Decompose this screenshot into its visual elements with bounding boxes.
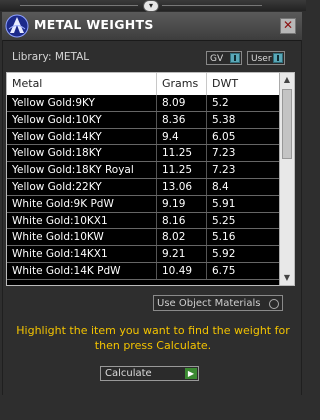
metal-cell: White Gold:10KX1 [7, 212, 157, 230]
user-toggle-label: User [251, 54, 272, 64]
chevron-down-icon[interactable]: ▾ [143, 0, 159, 12]
dwt-cell: 6.75 [212, 264, 236, 277]
scroll-down-icon[interactable]: ▼ [280, 271, 294, 285]
table-header: Metal Grams DWT [7, 73, 279, 95]
metal-cell: Yellow Gold:14KY [7, 128, 157, 146]
dwt-cell: 5.92 [212, 248, 236, 261]
toggle-indicator-icon [273, 53, 283, 63]
gv-toggle-label: GV [210, 54, 224, 64]
grams-cell: 8.02 [157, 229, 207, 247]
table-row[interactable]: Yellow Gold:10KY 8.36 5.38 [7, 111, 279, 129]
metal-cell: Yellow Gold:10KY [7, 111, 157, 129]
column-header-dwt[interactable]: DWT [207, 73, 279, 95]
table-row[interactable]: Yellow Gold:18KY Royal 11.25 7.23 [7, 162, 279, 179]
metal-cell: Yellow Gold:9KY [7, 95, 157, 112]
table-row[interactable]: Yellow Gold:9KY 8.09 5.2 [7, 95, 279, 112]
radio-icon[interactable] [269, 299, 279, 309]
grams-cell: 9.4 [157, 128, 207, 146]
use-object-materials-label: Use Object Materials [157, 298, 261, 309]
calculate-button[interactable]: Calculate ▶ [100, 366, 199, 381]
metal-cell: White Gold:9K PdW [7, 195, 157, 213]
dwt-cell: 8.4 [212, 180, 229, 193]
panel-titlebar: METAL WEIGHTS ✕ [2, 12, 302, 41]
grams-cell: 9.21 [157, 246, 207, 263]
scroll-up-icon[interactable]: ▲ [280, 73, 294, 87]
dwt-cell: 5.2 [212, 97, 229, 109]
list-scrollbar[interactable]: ▲ ▼ [279, 73, 294, 285]
dwt-cell: 5.16 [212, 231, 236, 244]
grams-cell: 13.06 [157, 178, 207, 196]
table-body: Yellow Gold:9KY 8.09 5.2 Yellow Gold:10KY 8.… [7, 95, 279, 280]
dwt-cell: 7.23 [212, 147, 236, 160]
calculate-label: Calculate [105, 368, 152, 379]
use-object-materials-option[interactable]: Use Object Materials [153, 295, 283, 311]
metal-cell: Yellow Gold:18KY [7, 145, 157, 163]
table-row[interactable]: White Gold:14K PdW 10.49 6.75 [7, 262, 279, 280]
top-splitter[interactable]: ▾ [0, 0, 306, 12]
dwt-cell: 5.38 [212, 113, 236, 126]
instruction-text: Highlight the item you want to find the … [16, 324, 290, 352]
window-title: METAL WEIGHTS [34, 17, 154, 32]
grams-cell: 10.49 [157, 262, 207, 280]
gv-toggle[interactable]: GV [206, 51, 242, 65]
dwt-cell: 5.91 [212, 197, 236, 210]
grams-cell: 8.09 [157, 95, 207, 112]
user-toggle[interactable]: User [247, 51, 285, 65]
column-header-grams[interactable]: Grams [157, 73, 207, 95]
metal-list[interactable]: Metal Grams DWT Yellow Gold:9KY 8.09 5.2 Ye… [6, 72, 295, 286]
table-row[interactable]: White Gold:10KX1 8.16 5.25 [7, 212, 279, 230]
dwt-cell: 5.25 [212, 214, 236, 227]
play-arrow-icon[interactable]: ▶ [185, 368, 197, 379]
close-icon[interactable]: ✕ [280, 18, 296, 34]
scroll-thumb[interactable] [282, 89, 292, 159]
metal-cell: Yellow Gold:18KY Royal [7, 162, 157, 179]
metal-cell: Yellow Gold:22KY [7, 178, 157, 196]
table-row[interactable]: White Gold:9K PdW 9.19 5.91 [7, 195, 279, 213]
toggle-indicator-icon [230, 53, 240, 63]
dwt-cell: 6.05 [212, 130, 236, 143]
library-label: Library: METAL [12, 51, 90, 63]
grams-cell: 11.25 [157, 162, 207, 179]
grams-cell: 8.16 [157, 212, 207, 230]
grams-cell: 8.36 [157, 111, 207, 129]
metal-cell: White Gold:14KX1 [7, 246, 157, 263]
table-row[interactable]: Yellow Gold:14KY 9.4 6.05 [7, 128, 279, 146]
grams-cell: 9.19 [157, 195, 207, 213]
app-logo-icon [5, 14, 29, 38]
dwt-cell: 7.23 [212, 164, 236, 177]
metal-cell: White Gold:10KW [7, 229, 157, 247]
table-row[interactable]: Yellow Gold:22KY 13.06 8.4 [7, 178, 279, 196]
table-row[interactable]: Yellow Gold:18KY 11.25 7.23 [7, 145, 279, 163]
table-row[interactable]: White Gold:14KX1 9.21 5.92 [7, 246, 279, 263]
column-header-metal[interactable]: Metal [7, 73, 157, 95]
metal-cell: White Gold:14K PdW [7, 262, 157, 280]
table-row[interactable]: White Gold:10KW 8.02 5.16 [7, 229, 279, 247]
grams-cell: 11.25 [157, 145, 207, 163]
